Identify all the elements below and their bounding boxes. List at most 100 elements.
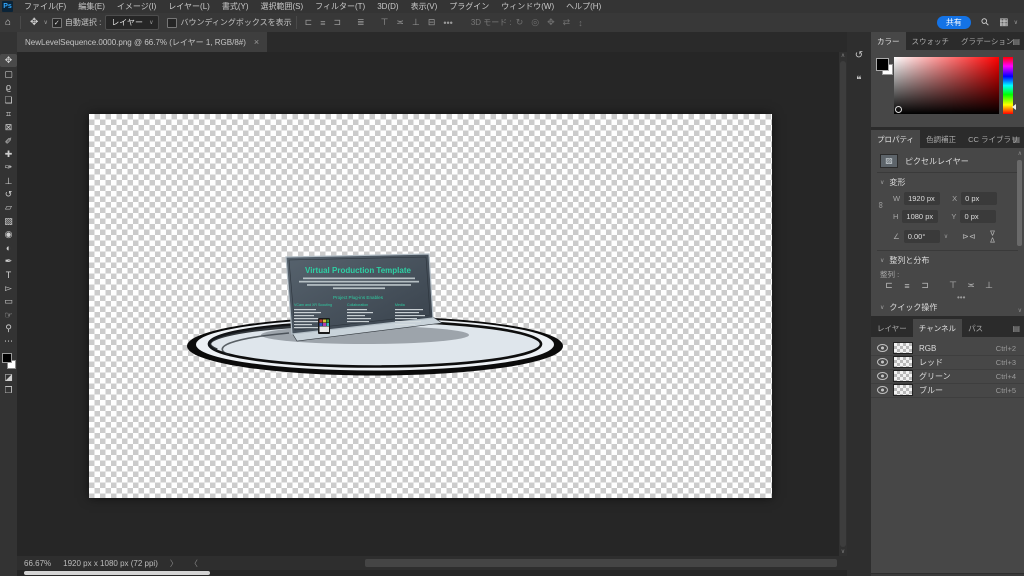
panel-scroll-down-icon[interactable]: ∨	[1018, 307, 1022, 314]
eraser-tool[interactable]: ▱	[0, 201, 17, 214]
dodge-tool[interactable]: ◐	[0, 241, 17, 254]
panel-menu-icon[interactable]: ▤	[1012, 37, 1020, 46]
edit-toolbar-icon[interactable]: ⋯	[0, 335, 17, 348]
align-bottom-icon[interactable]: ⊥	[980, 280, 998, 291]
align-center-v-icon[interactable]: ≍	[392, 17, 408, 28]
tab-swatches[interactable]: スウォッチ	[906, 32, 956, 50]
distribute-h-icon[interactable]: ≣	[353, 17, 369, 28]
link-dimensions-icon[interactable]: ∞	[878, 200, 884, 210]
panel-scroll-thumb[interactable]	[1017, 160, 1022, 246]
clone-stamp-tool[interactable]: ⊥	[0, 175, 17, 188]
menu-plugins[interactable]: プラグイン	[444, 0, 494, 13]
path-selection-tool[interactable]: ▻	[0, 282, 17, 295]
canvas-transparent-document[interactable]: Virtual Production Template Project Plug…	[89, 114, 772, 498]
menu-help[interactable]: ヘルプ(H)	[561, 0, 606, 13]
align-center-h-icon[interactable]: ≡	[316, 18, 329, 28]
document-tab[interactable]: NewLevelSequence.0000.png @ 66.7% (レイヤー …	[17, 32, 267, 52]
align-center-h-icon[interactable]: ≡	[898, 281, 916, 291]
color-panel-swatches[interactable]	[876, 58, 894, 76]
foreground-background-swatches[interactable]	[0, 351, 17, 371]
align-left-icon[interactable]: ⊏	[880, 280, 898, 291]
y-field[interactable]: 0 px	[960, 210, 996, 223]
hand-tool[interactable]: ☞	[0, 308, 17, 321]
align-distribute-section-header[interactable]: ∨ 整列と分布	[880, 255, 929, 266]
tab-channels[interactable]: チャンネル	[913, 319, 962, 337]
scroll-up-icon[interactable]: ∧	[841, 52, 845, 60]
workspace-chevron-icon[interactable]: ∨	[1014, 19, 1018, 26]
flip-horizontal-icon[interactable]: ⊳⊲	[962, 232, 975, 241]
scroll-down-icon[interactable]: ∨	[841, 548, 845, 556]
menu-type[interactable]: 書式(Y)	[217, 0, 254, 13]
panel-menu-icon[interactable]: ▤	[1012, 135, 1020, 144]
more-align-options-icon[interactable]: •••	[439, 18, 456, 28]
menu-select[interactable]: 選択範囲(S)	[256, 0, 309, 13]
width-field[interactable]: 1920 px	[904, 192, 940, 205]
foreground-color-swatch[interactable]	[876, 58, 889, 71]
menu-filter[interactable]: フィルター(T)	[310, 0, 370, 13]
visibility-eye-icon[interactable]	[877, 386, 888, 394]
menu-view[interactable]: 表示(V)	[406, 0, 443, 13]
pen-tool[interactable]: ✒	[0, 255, 17, 268]
align-bottom-icon[interactable]: ⊥	[408, 17, 424, 28]
history-brush-tool[interactable]: ↺	[0, 188, 17, 201]
menu-layer[interactable]: レイヤー(L)	[163, 0, 215, 13]
rotation-angle-field[interactable]: 0.00°	[904, 230, 940, 243]
auto-select-dropdown[interactable]: レイヤー ∨	[105, 15, 159, 30]
frame-tool[interactable]: ⊠	[0, 121, 17, 134]
tab-paths[interactable]: パス	[962, 319, 989, 337]
tool-preset-chevron-icon[interactable]: ∨	[43, 19, 47, 26]
panel-scroll-up-icon[interactable]: ∧	[1018, 150, 1022, 157]
tab-color[interactable]: カラー	[871, 32, 906, 50]
rectangular-marquee-tool[interactable]: ▢	[0, 67, 17, 80]
home-icon[interactable]: ⌂	[0, 17, 16, 28]
zoom-tool[interactable]: ⚲	[0, 322, 17, 335]
x-field[interactable]: 0 px	[961, 192, 997, 205]
tab-adjustments[interactable]: 色調補正	[920, 130, 962, 148]
status-options-chevron-icon[interactable]: 〉	[170, 558, 178, 569]
canvas-viewport[interactable]: Virtual Production Template Project Plug…	[17, 52, 839, 556]
move-tool[interactable]: ✥	[0, 54, 17, 67]
visibility-eye-icon[interactable]	[877, 372, 888, 380]
height-field[interactable]: 1080 px	[902, 210, 938, 223]
workspace-switcher-icon[interactable]: ▦	[994, 17, 1013, 28]
align-center-v-icon[interactable]: ≍	[962, 280, 980, 291]
tab-layers[interactable]: レイヤー	[871, 319, 913, 337]
lasso-tool[interactable]: ϱ	[0, 81, 17, 94]
hue-slider-marker[interactable]	[1012, 104, 1016, 110]
distribute-v-icon[interactable]: ⊟	[424, 17, 440, 28]
bounding-box-checkbox[interactable]	[167, 18, 177, 28]
menu-image[interactable]: イメージ(I)	[112, 0, 161, 13]
screen-mode-button[interactable]: ❐	[0, 384, 17, 397]
share-button[interactable]: 共有	[937, 16, 971, 29]
zoom-level-field[interactable]: 66.67%	[24, 559, 51, 568]
move-tool-icon[interactable]: ✥	[25, 17, 43, 28]
auto-select-checkbox[interactable]: ✓	[52, 18, 62, 28]
channel-row-green[interactable]: グリーン Ctrl+4	[871, 369, 1024, 384]
vertical-scrollbar[interactable]: ∧ ∨	[839, 52, 847, 556]
horizontal-scroll-track[interactable]	[365, 559, 837, 567]
brush-tool[interactable]: ✑	[0, 161, 17, 174]
rectangle-tool[interactable]: ▭	[0, 295, 17, 308]
tab-patterns[interactable]: パターン	[1019, 32, 1024, 50]
panel-menu-icon[interactable]: ▤	[1012, 324, 1020, 333]
tab-gradients[interactable]: グラデーション	[955, 32, 1019, 50]
align-top-icon[interactable]: ⊤	[377, 17, 393, 28]
saturation-brightness-picker[interactable]	[894, 57, 999, 114]
menu-3d[interactable]: 3D(D)	[372, 0, 403, 13]
search-icon[interactable]: ⚲	[975, 12, 995, 32]
gradient-tool[interactable]: ▧	[0, 215, 17, 228]
quick-mask-button[interactable]: ◪	[0, 371, 17, 384]
visibility-eye-icon[interactable]	[877, 358, 888, 366]
horizontal-scrollbar[interactable]	[17, 570, 847, 576]
foreground-color-swatch[interactable]	[2, 353, 12, 363]
menu-window[interactable]: ウィンドウ(W)	[496, 0, 559, 13]
quick-actions-section-header[interactable]: ∨ クイック操作	[880, 302, 937, 313]
channel-row-red[interactable]: レッド Ctrl+3	[871, 355, 1024, 370]
type-tool[interactable]: T	[0, 268, 17, 281]
close-tab-icon[interactable]: ×	[254, 37, 259, 47]
menu-file[interactable]: ファイル(F)	[19, 0, 71, 13]
transform-section-header[interactable]: ∨ 変形	[880, 177, 905, 188]
comments-panel-icon[interactable]: ❝	[856, 75, 861, 86]
visibility-eye-icon[interactable]	[877, 344, 888, 352]
crop-tool[interactable]: ⌗	[0, 108, 17, 121]
